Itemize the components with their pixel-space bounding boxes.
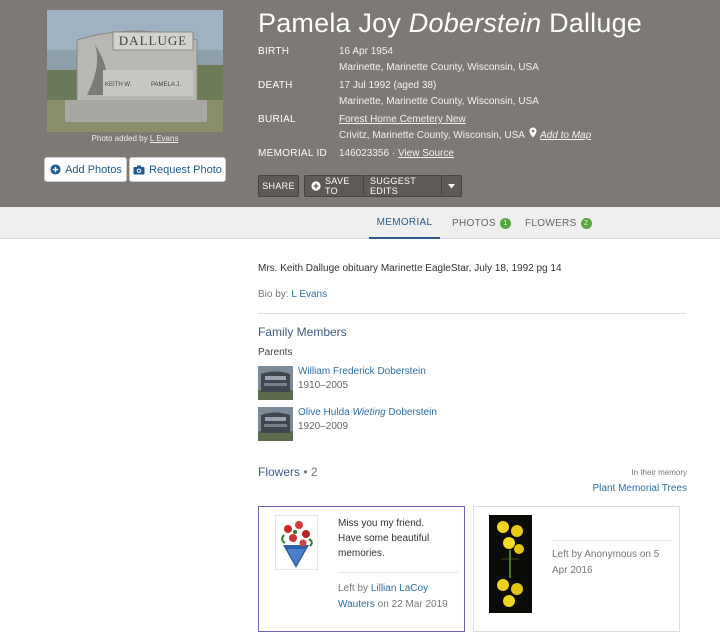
- flower-bouquet-image: [274, 514, 319, 571]
- headstone-surname: DALLUGE: [118, 33, 188, 48]
- parent-item[interactable]: Olive Hulda Wieting Doberstein 1920–2009: [258, 407, 558, 441]
- flower-date: on 22 Mar 2019: [377, 599, 448, 610]
- share-label: SHARE: [262, 181, 295, 191]
- memorial-tabs: MEMORIAL PHOTOS 1 FLOWERS 2: [0, 207, 720, 239]
- photos-count-badge: 1: [499, 217, 511, 229]
- tab-flowers-label: FLOWERS: [525, 217, 577, 229]
- burial-label: BURIAL: [258, 114, 296, 125]
- camera-icon: [133, 164, 145, 176]
- memorial-id-label: MEMORIAL ID: [258, 148, 328, 159]
- add-photos-button[interactable]: Add Photos: [44, 157, 127, 182]
- add-to-map-label: Add to Map: [540, 130, 592, 142]
- burial-place-row: Crivitz, Marinette County, Wisconsin, US…: [339, 127, 591, 144]
- more-options-button[interactable]: [441, 175, 462, 197]
- death-date: 17 Jul 1992 (aged 38): [339, 80, 437, 91]
- headstone-thumbnail[interactable]: [258, 407, 293, 441]
- flower-daffodil-image: [489, 515, 532, 613]
- left-by-prefix: Left by: [338, 583, 369, 594]
- death-place: Marinette, Marinette County, Wisconsin, …: [339, 96, 539, 107]
- tab-flowers[interactable]: FLOWERS 2: [525, 207, 592, 239]
- plus-circle-icon: [311, 181, 321, 191]
- headstone-image: [47, 10, 223, 132]
- bio-prefix: Bio by:: [258, 289, 289, 300]
- view-source-link[interactable]: View Source: [398, 148, 454, 159]
- flower-left-by: Left by Lillian LaCoy Wauters on 22 Mar …: [338, 581, 458, 613]
- caret-down-icon: [448, 183, 455, 189]
- burial-place: Crivitz, Marinette County, Wisconsin, US…: [339, 130, 525, 142]
- bio-author-link[interactable]: L Evans: [291, 289, 327, 300]
- parent-name-first: Olive Hulda: [298, 407, 350, 418]
- parent-dates: 1920–2009: [298, 421, 349, 432]
- request-photo-button[interactable]: Request Photo: [129, 157, 226, 182]
- flower-message-line: memories.: [338, 548, 385, 559]
- headstone-thumbnail[interactable]: [258, 366, 293, 400]
- tab-memorial-label: MEMORIAL: [376, 216, 433, 228]
- section-divider: [258, 313, 686, 314]
- memorial-id: 146023356: [339, 148, 390, 159]
- parent-item[interactable]: William Frederick Doberstein 1910–2005: [258, 366, 558, 400]
- photo-caption-prefix: Photo added by: [91, 134, 148, 143]
- parent-name-last: Doberstein: [388, 407, 437, 418]
- name-maiden: Doberstein: [408, 8, 542, 38]
- suggest-edits-button[interactable]: SUGGEST EDITS: [363, 175, 442, 197]
- flower-message-line: Miss you my friend.: [338, 518, 425, 529]
- birth-place: Marinette, Marinette County, Wisconsin, …: [339, 62, 539, 73]
- flower-left-by: Left by Anonymous on 5 Apr 2016: [552, 549, 660, 576]
- obituary-text: Mrs. Keith Dalluge obituary Marinette Ea…: [258, 263, 562, 274]
- card-divider: [338, 572, 458, 573]
- flower-card[interactable]: Miss you my friend. Have some beautiful …: [258, 506, 465, 632]
- headstone-name-1: KEITH W.: [105, 82, 132, 88]
- add-photos-label: Add Photos: [65, 163, 122, 176]
- birth-date: 16 Apr 1954: [339, 46, 393, 57]
- death-label: DEATH: [258, 80, 293, 91]
- plant-memorial-trees-link[interactable]: Plant Memorial Trees: [593, 483, 687, 494]
- save-to-label: SAVE TO: [325, 176, 350, 196]
- save-to-button[interactable]: SAVE TO: [304, 175, 364, 197]
- flower-card[interactable]: Left by Anonymous on 5 Apr 2016: [473, 506, 680, 632]
- parent-name-maiden: Wieting: [352, 407, 386, 418]
- plus-circle-icon: [49, 164, 61, 176]
- bio-line: Bio by: L Evans: [258, 289, 327, 300]
- memorial-id-sep: ·: [389, 148, 398, 159]
- headstone-photo[interactable]: DALLUGE KEITH W. PAMELA J.: [47, 10, 223, 132]
- flowers-title: Flowers • 2: [258, 465, 318, 479]
- share-button[interactable]: SHARE: [258, 175, 299, 197]
- suggest-edits-label: SUGGEST EDITS: [370, 176, 416, 196]
- burial-cemetery: Forest Home Cemetery New: [339, 112, 466, 128]
- parent-name-link[interactable]: Olive Hulda Wieting Doberstein: [298, 407, 437, 418]
- photo-author-link[interactable]: L Evans: [150, 134, 179, 143]
- photo-caption: Photo added by L Evans: [47, 134, 223, 143]
- flowers-count: • 2: [303, 465, 318, 479]
- headstone-name-2: PAMELA J.: [151, 82, 181, 88]
- memorial-name: Pamela Joy Doberstein Dalluge: [258, 8, 642, 39]
- memorial-header: DALLUGE KEITH W. PAMELA J. Photo added b…: [0, 0, 720, 207]
- parent-name-link[interactable]: William Frederick Doberstein: [298, 366, 426, 377]
- cemetery-link[interactable]: Forest Home Cemetery New: [339, 114, 466, 125]
- map-pin-icon: [529, 127, 537, 144]
- request-photo-label: Request Photo: [149, 163, 222, 176]
- name-last: Dalluge: [549, 8, 643, 38]
- add-to-map-link[interactable]: Add to Map: [540, 130, 591, 141]
- flowers-count-badge: 2: [580, 217, 592, 229]
- flower-message: Miss you my friend. Have some beautiful …: [338, 516, 429, 561]
- parent-dates: 1910–2005: [298, 380, 349, 391]
- in-their-memory-label: In their memory: [631, 468, 687, 477]
- card-divider: [552, 540, 672, 541]
- parents-label: Parents: [258, 347, 293, 358]
- flowers-title-label: Flowers: [258, 465, 301, 479]
- name-first: Pamela Joy: [258, 8, 402, 38]
- tab-photos[interactable]: PHOTOS 1: [452, 207, 511, 239]
- flower-message-line: Have some beautiful: [338, 533, 430, 544]
- memorial-id-row: 146023356 · View Source: [339, 146, 454, 162]
- tab-photos-label: PHOTOS: [452, 217, 496, 229]
- family-members-title: Family Members: [258, 325, 347, 339]
- birth-label: BIRTH: [258, 46, 290, 57]
- tab-memorial[interactable]: MEMORIAL: [369, 207, 440, 239]
